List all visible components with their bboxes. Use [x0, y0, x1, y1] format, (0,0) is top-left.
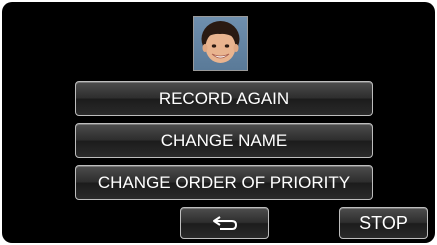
return-arrow-icon [212, 216, 237, 230]
record-again-button[interactable]: RECORD AGAIN [75, 81, 373, 116]
back-button[interactable] [180, 207, 269, 239]
registered-face-thumbnail [193, 16, 248, 71]
camera-screen: RECORD AGAIN CHANGE NAME CHANGE ORDER OF… [2, 2, 435, 243]
change-order-of-priority-button[interactable]: CHANGE ORDER OF PRIORITY [75, 165, 373, 200]
change-order-label: CHANGE ORDER OF PRIORITY [97, 172, 351, 192]
change-name-button[interactable]: CHANGE NAME [75, 123, 373, 158]
stop-label: STOP [359, 212, 408, 233]
face-photo-icon [201, 21, 240, 63]
change-name-label: CHANGE NAME [160, 130, 288, 150]
stop-button[interactable]: STOP [339, 207, 428, 239]
record-again-label: RECORD AGAIN [158, 88, 290, 108]
